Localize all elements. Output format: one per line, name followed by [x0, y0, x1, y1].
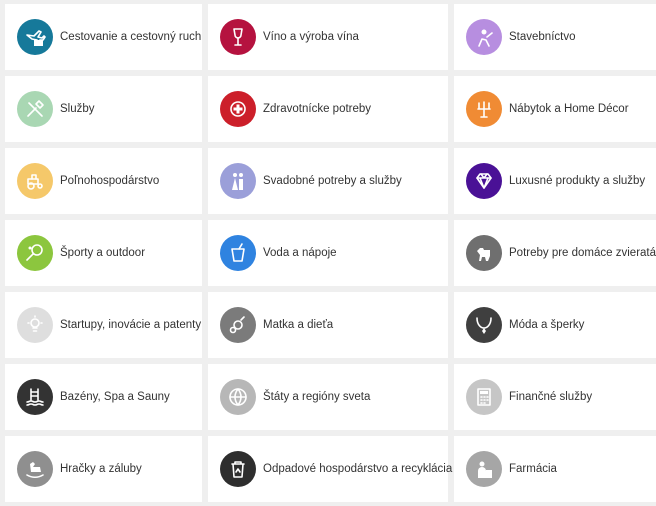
category-tile[interactable]: Matka a dieťa	[208, 292, 448, 358]
category-tile[interactable]: Štáty a regióny sveta	[208, 364, 448, 430]
airplane-luggage-icon	[17, 19, 53, 55]
category-label: Cestovanie a cestovný ruch	[60, 31, 202, 43]
category-tile[interactable]: Startupy, inovácie a patenty	[5, 292, 202, 358]
category-label: Zdravotnícke potreby	[263, 103, 372, 115]
category-label: Poľnohospodárstvo	[60, 175, 160, 187]
tools-icon	[17, 91, 53, 127]
category-label: Matka a dieťa	[263, 319, 334, 331]
medical-cross-icon	[220, 91, 256, 127]
necklace-icon	[466, 307, 502, 343]
category-label: Stavebníctvo	[509, 31, 576, 43]
category-tile[interactable]: Stavebníctvo	[454, 4, 656, 70]
category-label: Odpadové hospodárstvo a recyklácia	[263, 463, 453, 475]
pool-ladder-icon	[17, 379, 53, 415]
category-label: Svadobné potreby a služby	[263, 175, 402, 187]
category-tile[interactable]: Potreby pre domáce zvieratá	[454, 220, 656, 286]
candelabra-icon	[466, 91, 502, 127]
category-tile[interactable]: Finančné služby	[454, 364, 656, 430]
category-tile[interactable]: Farmácia	[454, 436, 656, 502]
category-tile[interactable]: Móda a šperky	[454, 292, 656, 358]
category-tile[interactable]: Nábytok a Home Décor	[454, 76, 656, 142]
category-tile[interactable]: Hračky a záluby	[5, 436, 202, 502]
pacifier-icon	[220, 307, 256, 343]
dog-icon	[466, 235, 502, 271]
category-tile[interactable]: Bazény, Spa a Sauny	[5, 364, 202, 430]
tractor-icon	[17, 163, 53, 199]
pharmacist-icon	[466, 451, 502, 487]
construction-worker-icon	[466, 19, 502, 55]
category-tile[interactable]: Poľnohospodárstvo	[5, 148, 202, 214]
wedding-couple-icon	[220, 163, 256, 199]
calculator-icon	[466, 379, 502, 415]
category-label: Finančné služby	[509, 391, 593, 403]
category-label: Víno a výroba vína	[263, 31, 359, 43]
diamond-icon	[466, 163, 502, 199]
wine-glass-icon	[220, 19, 256, 55]
category-label: Luxusné produkty a služby	[509, 175, 646, 187]
category-tile[interactable]: Odpadové hospodárstvo a recyklácia	[208, 436, 452, 502]
category-label: Startupy, inovácie a patenty	[60, 319, 202, 331]
recycle-bin-icon	[220, 451, 256, 487]
category-tile[interactable]: Služby	[5, 76, 202, 142]
category-label: Farmácia	[509, 463, 557, 475]
category-tile[interactable]: Cestovanie a cestovný ruch	[5, 4, 202, 70]
category-label: Športy a outdoor	[60, 247, 146, 259]
category-tile[interactable]: Víno a výroba vína	[208, 4, 448, 70]
drink-cup-icon	[220, 235, 256, 271]
globe-icon	[220, 379, 256, 415]
category-label: Služby	[60, 103, 95, 115]
category-label: Nábytok a Home Décor	[509, 103, 629, 115]
category-label: Hračky a záluby	[60, 463, 142, 475]
category-tile[interactable]: Luxusné produkty a služby	[454, 148, 656, 214]
category-tile[interactable]: Svadobné potreby a služby	[208, 148, 448, 214]
category-tile[interactable]: Zdravotnícke potreby	[208, 76, 448, 142]
category-label: Štáty a regióny sveta	[263, 391, 371, 403]
category-label: Voda a nápoje	[263, 247, 337, 259]
lightbulb-icon	[17, 307, 53, 343]
category-tile[interactable]: Športy a outdoor	[5, 220, 202, 286]
category-tile[interactable]: Voda a nápoje	[208, 220, 448, 286]
category-label: Potreby pre domáce zvieratá	[509, 247, 656, 259]
category-label: Móda a šperky	[509, 319, 585, 331]
tennis-racket-icon	[17, 235, 53, 271]
rocking-horse-icon	[17, 451, 53, 487]
category-grid: Cestovanie a cestovný ruch Víno a výroba …	[0, 0, 656, 506]
category-label: Bazény, Spa a Sauny	[60, 391, 170, 403]
